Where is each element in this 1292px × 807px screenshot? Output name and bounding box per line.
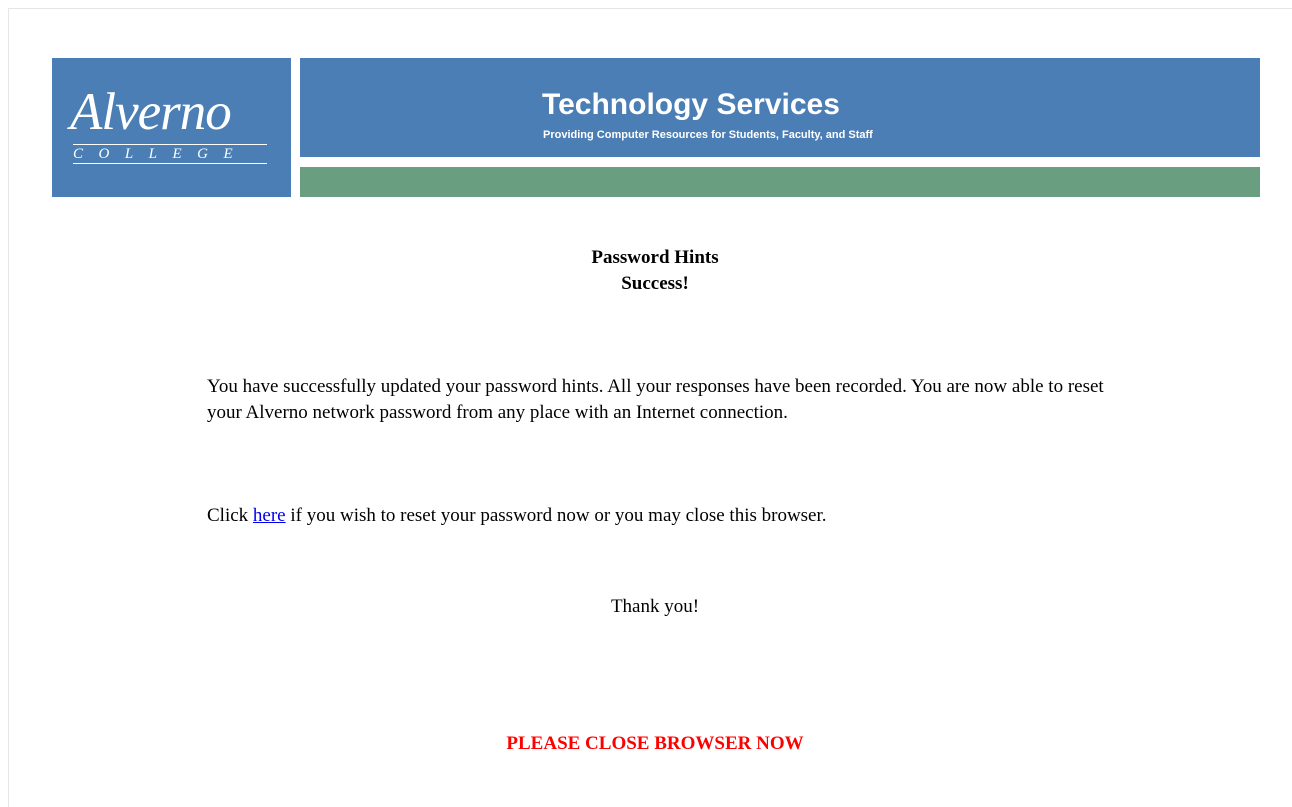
header-accent-bar bbox=[300, 167, 1260, 197]
logo-wordmark: Alverno bbox=[70, 83, 232, 141]
header-banner: Technology Services Providing Computer R… bbox=[300, 58, 1260, 157]
success-text: Success! bbox=[621, 273, 689, 294]
instructions-suffix: if you wish to reset your password now o… bbox=[285, 505, 827, 526]
site-title: Technology Services bbox=[542, 88, 840, 121]
page-title: Password Hints Success! bbox=[455, 245, 855, 297]
title-text: Password Hints bbox=[591, 247, 719, 268]
close-browser-warning: PLEASE CLOSE BROWSER NOW bbox=[506, 733, 804, 754]
thank-you-text: Thank you! bbox=[610, 596, 700, 617]
logo-subtitle: COLLEGE bbox=[73, 146, 249, 162]
alverno-logo: Alverno COLLEGE bbox=[52, 58, 291, 197]
logo-underline bbox=[73, 163, 267, 164]
site-tagline: Providing Computer Resources for Student… bbox=[543, 129, 873, 141]
instructions-prefix: Click bbox=[207, 505, 253, 526]
logo-divider bbox=[73, 144, 267, 145]
success-message: You have successfully updated your passw… bbox=[207, 376, 1104, 423]
reset-instructions: Click here if you wish to reset your pas… bbox=[207, 503, 1107, 529]
reset-password-link[interactable]: here bbox=[253, 505, 286, 526]
